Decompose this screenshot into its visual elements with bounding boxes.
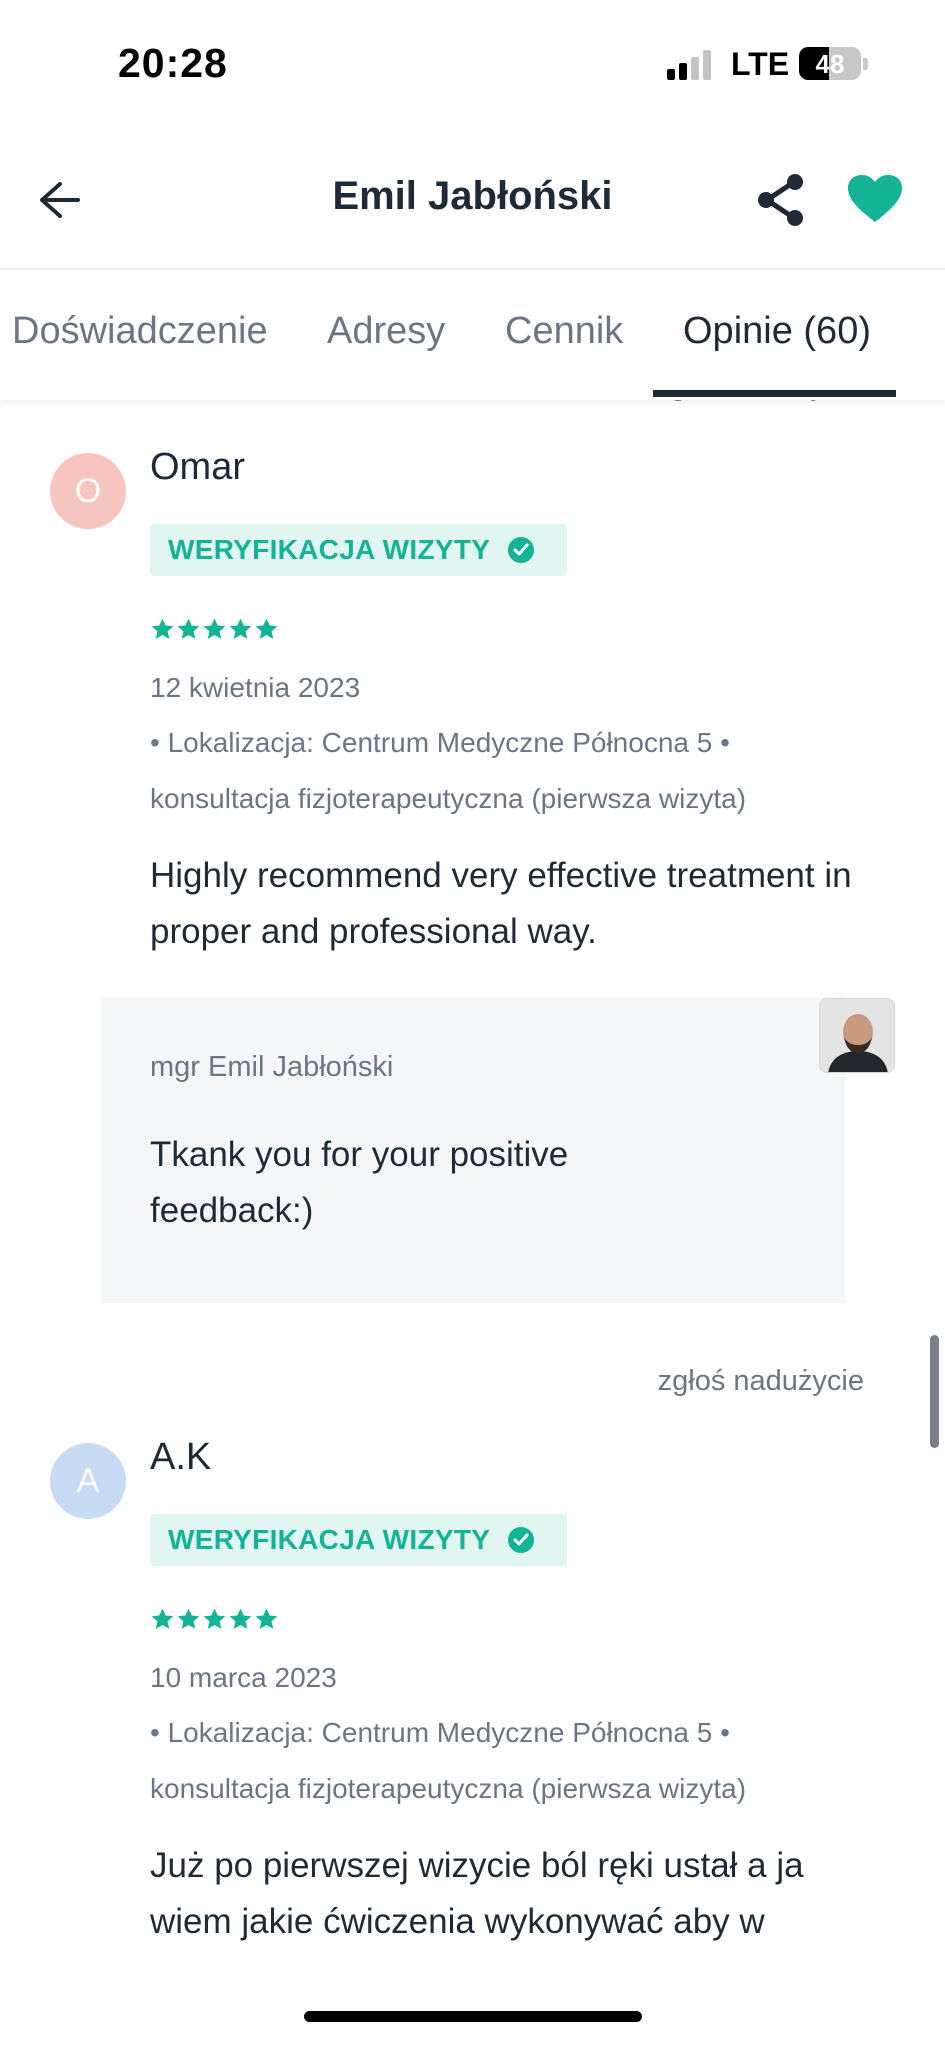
active-tab-indicator xyxy=(653,390,896,397)
star-icon xyxy=(229,1608,252,1629)
scrollbar[interactable] xyxy=(930,1335,939,1448)
verified-visit-label: WERYFIKACJA WIZYTY xyxy=(168,1524,491,1555)
star-icon xyxy=(255,618,278,639)
status-time: 20:28 xyxy=(118,40,228,86)
favorite-button[interactable] xyxy=(842,168,908,230)
star-icon xyxy=(151,1608,174,1629)
review-date: 10 marca 2023 xyxy=(150,1662,337,1693)
star-icon xyxy=(203,618,226,639)
tab-addresses[interactable]: Adresy xyxy=(327,310,445,353)
status-bar: 20:28 LTE 48 xyxy=(0,0,945,130)
star-icon xyxy=(151,618,174,639)
heart-icon xyxy=(848,175,902,222)
review-location-service: • Lokalizacja: Centrum Medyczne Północna… xyxy=(150,727,747,814)
battery-icon: 48 xyxy=(799,47,861,80)
reply-text: Tkank you for your positive feedback:) xyxy=(150,1135,569,1230)
battery-percent: 48 xyxy=(815,49,845,79)
cellular-signal-icon xyxy=(667,50,715,80)
star-icon xyxy=(229,618,252,639)
battery-cap xyxy=(863,58,868,70)
reply-author: mgr Emil Jabłoński xyxy=(150,1051,394,1083)
star-rating xyxy=(150,1607,279,1632)
reviewer-avatar: O xyxy=(50,453,126,529)
report-abuse-link[interactable]: zgłoś nadużycie xyxy=(600,400,862,403)
reviewer-name: A.K xyxy=(150,1436,212,1478)
doctor-reply: mgr Emil Jabłoński Tkank you for your po… xyxy=(101,997,845,1303)
tab-reviews[interactable]: Opinie (60) xyxy=(683,310,871,353)
check-circle-icon xyxy=(508,537,535,563)
tab-pricing[interactable]: Cennik xyxy=(505,310,623,353)
star-rating xyxy=(150,617,279,642)
review-location-service: • Lokalizacja: Centrum Medyczne Północna… xyxy=(150,1717,747,1804)
star-icon xyxy=(177,1608,200,1629)
reviewer-name: Omar xyxy=(150,446,245,488)
bottom-area xyxy=(0,1960,945,2048)
review-text: Highly recommend very effective treatmen… xyxy=(150,856,852,951)
reviews-list: zgłoś nadużycie O Omar WERYFIKACJA WIZYT… xyxy=(0,400,945,1970)
reviewer-avatar: A xyxy=(50,1443,126,1519)
review-text: Już po pierwszej wizycie ból ręki ustał … xyxy=(150,1846,804,1941)
profile-header: Emil Jabłoński xyxy=(0,130,945,270)
tab-experience[interactable]: Doświadczenie xyxy=(12,310,268,353)
verified-visit-badge: WERYFIKACJA WIZYTY xyxy=(150,1514,567,1566)
star-icon xyxy=(177,618,200,639)
star-icon xyxy=(255,1608,278,1629)
report-abuse-link[interactable]: zgłoś nadużycie xyxy=(560,1365,864,1398)
verified-visit-label: WERYFIKACJA WIZYTY xyxy=(168,534,491,565)
check-circle-icon xyxy=(508,1527,535,1553)
share-button[interactable] xyxy=(752,170,810,230)
home-indicator[interactable] xyxy=(304,2011,642,2022)
share-icon xyxy=(758,174,803,226)
review-date: 12 kwietnia 2023 xyxy=(150,672,361,703)
doctor-photo xyxy=(819,998,895,1073)
profile-tabs: Doświadczenie Adresy Cennik Opinie (60) xyxy=(0,272,945,400)
star-icon xyxy=(203,1608,226,1629)
network-type: LTE xyxy=(731,46,790,82)
verified-visit-badge: WERYFIKACJA WIZYTY xyxy=(150,524,567,576)
